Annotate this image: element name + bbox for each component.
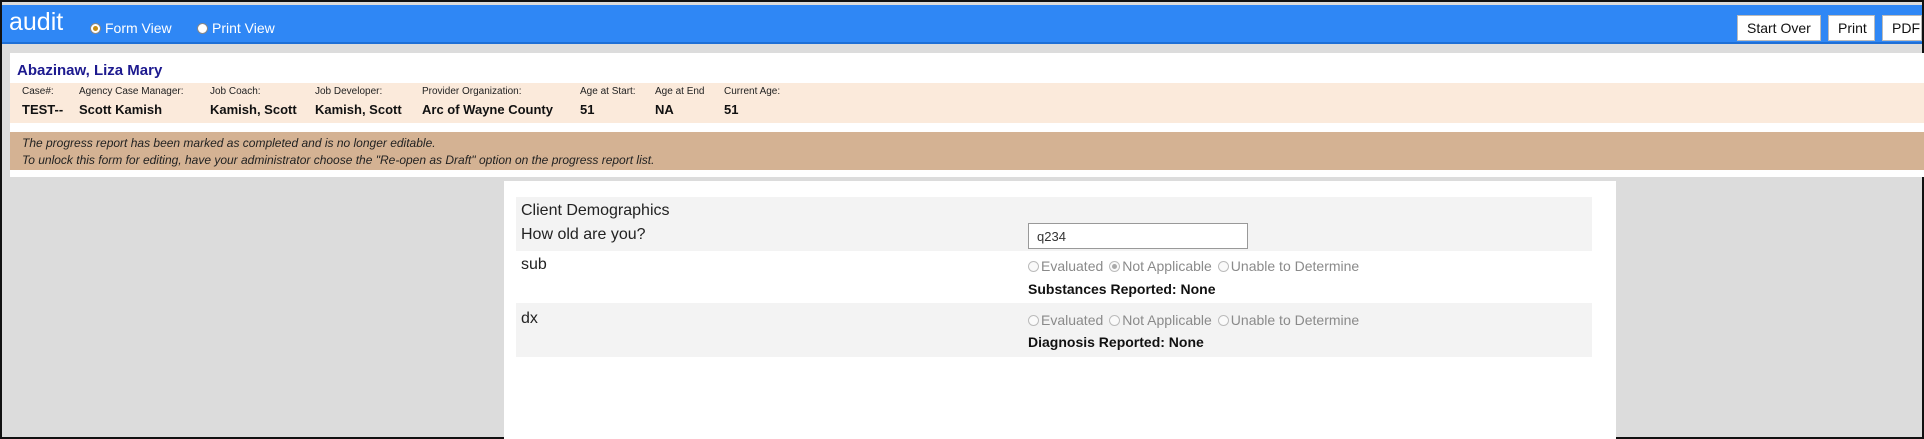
notice-line-2: To unlock this form for editing, have yo… [22, 153, 655, 167]
field-case-manager: Agency Case Manager: Scott Kamish [79, 86, 184, 117]
sub-option-evaluated[interactable]: Evaluated [1028, 258, 1103, 274]
dx-not-applicable-radio[interactable] [1109, 314, 1121, 326]
top-bar: audit Form View Print View Start Over Pr… [2, 5, 1922, 44]
form-view-radio[interactable] [90, 22, 101, 34]
sub-option-unable[interactable]: Unable to Determine [1217, 258, 1359, 274]
sub-not-applicable-radio[interactable] [1109, 260, 1121, 272]
field-job-developer: Job Developer: Kamish, Scott [315, 86, 402, 117]
row-dx: dx Evaluated Not Applicable Unable to De… [516, 303, 1592, 357]
print-view-radio[interactable] [197, 22, 208, 34]
sub-unable-radio[interactable] [1217, 260, 1229, 272]
dx-option-evaluated[interactable]: Evaluated [1028, 312, 1103, 328]
row-age: Client Demographics How old are you? [516, 197, 1592, 251]
substances-reported: Substances Reported: None [1028, 281, 1216, 297]
question-age-label: How old are you? [521, 226, 646, 243]
form-view-option[interactable]: Form View [90, 20, 172, 36]
client-header: Abazinaw, Liza Mary Case#: TEST-- Agency… [10, 53, 1924, 177]
notice-line-1: The progress report has been marked as c… [22, 136, 436, 150]
field-age-start: Age at Start: 51 [580, 86, 636, 117]
field-case: Case#: TEST-- [22, 86, 64, 117]
field-provider-org: Provider Organization: Arc of Wayne Coun… [422, 86, 553, 117]
field-current-age: Current Age: 51 [724, 86, 781, 117]
print-button[interactable]: Print [1828, 15, 1875, 41]
field-job-coach: Job Coach: Kamish, Scott [210, 86, 297, 117]
question-dx-label: dx [521, 310, 538, 327]
diagnosis-reported: Diagnosis Reported: None [1028, 334, 1204, 350]
start-over-button[interactable]: Start Over [1737, 15, 1821, 41]
locked-notice: The progress report has been marked as c… [10, 132, 1924, 170]
client-name: Abazinaw, Liza Mary [17, 62, 163, 79]
pdf-button[interactable]: PDF [1882, 15, 1922, 41]
field-age-end: Age at End NA [655, 86, 705, 117]
print-view-label: Print View [212, 20, 275, 36]
row-sub: sub Evaluated Not Applicable Unable to D… [516, 251, 1592, 303]
dx-radio-group: Evaluated Not Applicable Unable to Deter… [1028, 312, 1359, 328]
dx-option-unable[interactable]: Unable to Determine [1217, 312, 1359, 328]
app-title: audit [9, 8, 64, 36]
form-card: Client Demographics How old are you? sub… [504, 181, 1616, 439]
print-view-option[interactable]: Print View [197, 20, 275, 36]
question-sub-label: sub [521, 256, 547, 273]
sub-evaluated-radio[interactable] [1028, 260, 1039, 272]
dx-option-not-applicable[interactable]: Not Applicable [1109, 312, 1212, 328]
dx-evaluated-radio[interactable] [1028, 314, 1039, 326]
section-title: Client Demographics [521, 202, 670, 219]
sub-option-not-applicable[interactable]: Not Applicable [1109, 258, 1212, 274]
client-info-band: Case#: TEST-- Agency Case Manager: Scott… [10, 83, 1924, 123]
sub-radio-group: Evaluated Not Applicable Unable to Deter… [1028, 258, 1359, 274]
age-answer-input[interactable] [1028, 223, 1248, 249]
dx-unable-radio[interactable] [1217, 314, 1229, 326]
form-view-label: Form View [105, 20, 172, 36]
